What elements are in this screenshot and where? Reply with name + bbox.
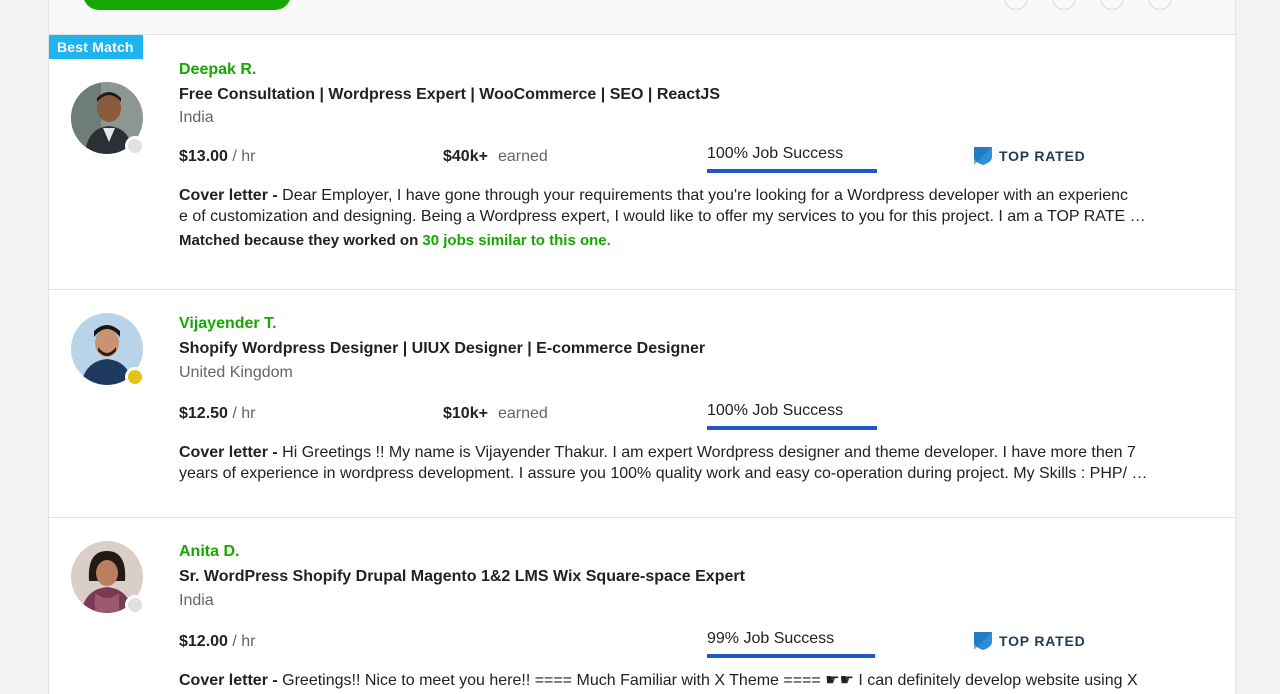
hourly-rate: $12.00 / hr [179, 633, 256, 650]
job-success-fill [707, 169, 877, 173]
freelancer-headline: Sr. WordPress Shopify Drupal Magento 1&2… [179, 568, 745, 585]
job-success-bar [707, 654, 877, 658]
freelancer-location: India [179, 592, 214, 609]
cover-letter[interactable]: Cover letter - Greetings!! Nice to meet … [179, 670, 1189, 691]
total-earned: $40k+ earned [443, 148, 548, 165]
total-earned: $10k+ earned [443, 405, 548, 422]
online-status-dot [125, 136, 145, 156]
top-rated-shield-icon [974, 632, 992, 650]
top-rated-shield-icon [974, 147, 992, 165]
matched-reason: Matched because they worked on 30 jobs s… [179, 232, 611, 249]
freelancer-location: India [179, 109, 214, 126]
similar-jobs-link[interactable]: 30 jobs similar to this one. [422, 232, 610, 249]
toolbar-circle-button[interactable] [1004, 0, 1028, 10]
freelancer-card[interactable]: Vijayender T. Shopify Wordpress Designer… [49, 290, 1235, 518]
freelancer-name[interactable]: Anita D. [179, 543, 239, 561]
job-success-score: 100% Job Success [707, 145, 844, 162]
job-success-score: 100% Job Success [707, 402, 844, 419]
job-success-bar [707, 426, 877, 430]
cover-letter[interactable]: Cover letter - Hi Greetings !! My name i… [179, 442, 1189, 484]
primary-action-button[interactable] [83, 0, 291, 10]
best-match-badge: Best Match [49, 35, 143, 59]
avatar[interactable] [71, 313, 145, 387]
toolbar-circle-button[interactable] [1052, 0, 1076, 10]
freelancer-name[interactable]: Vijayender T. [179, 315, 277, 333]
job-success-score: 99% Job Success [707, 630, 835, 647]
top-rated-badge: TOP RATED [973, 146, 1086, 166]
top-rated-badge: TOP RATED [973, 631, 1086, 651]
job-success-bar [707, 169, 877, 173]
freelancer-headline: Free Consultation | Wordpress Expert | W… [179, 86, 720, 103]
online-status-dot [125, 595, 145, 615]
freelancer-name[interactable]: Deepak R. [179, 61, 256, 79]
toolbar-circle-button[interactable] [1148, 0, 1172, 10]
avatar[interactable] [71, 541, 145, 615]
avatar[interactable] [71, 82, 145, 156]
cover-letter[interactable]: Cover letter - Dear Employer, I have gon… [179, 185, 1189, 227]
top-toolbar [48, 0, 1236, 35]
top-rated-label: TOP RATED [999, 148, 1086, 164]
top-rated-label: TOP RATED [999, 633, 1086, 649]
hourly-rate: $13.00 / hr [179, 148, 256, 165]
job-success-fill [707, 654, 876, 658]
freelancer-card[interactable]: Anita D. Sr. WordPress Shopify Drupal Ma… [49, 518, 1235, 694]
freelancer-list: Best Match Deepak R. Free Consultation |… [48, 35, 1236, 694]
freelancer-headline: Shopify Wordpress Designer | UIUX Design… [179, 340, 706, 357]
toolbar-circle-button[interactable] [1100, 0, 1124, 10]
freelancer-location: United Kingdom [179, 364, 293, 381]
online-status-dot [125, 367, 145, 387]
hourly-rate: $12.50 / hr [179, 405, 256, 422]
freelancer-card[interactable]: Best Match Deepak R. Free Consultation |… [49, 35, 1235, 290]
job-success-fill [707, 426, 877, 430]
